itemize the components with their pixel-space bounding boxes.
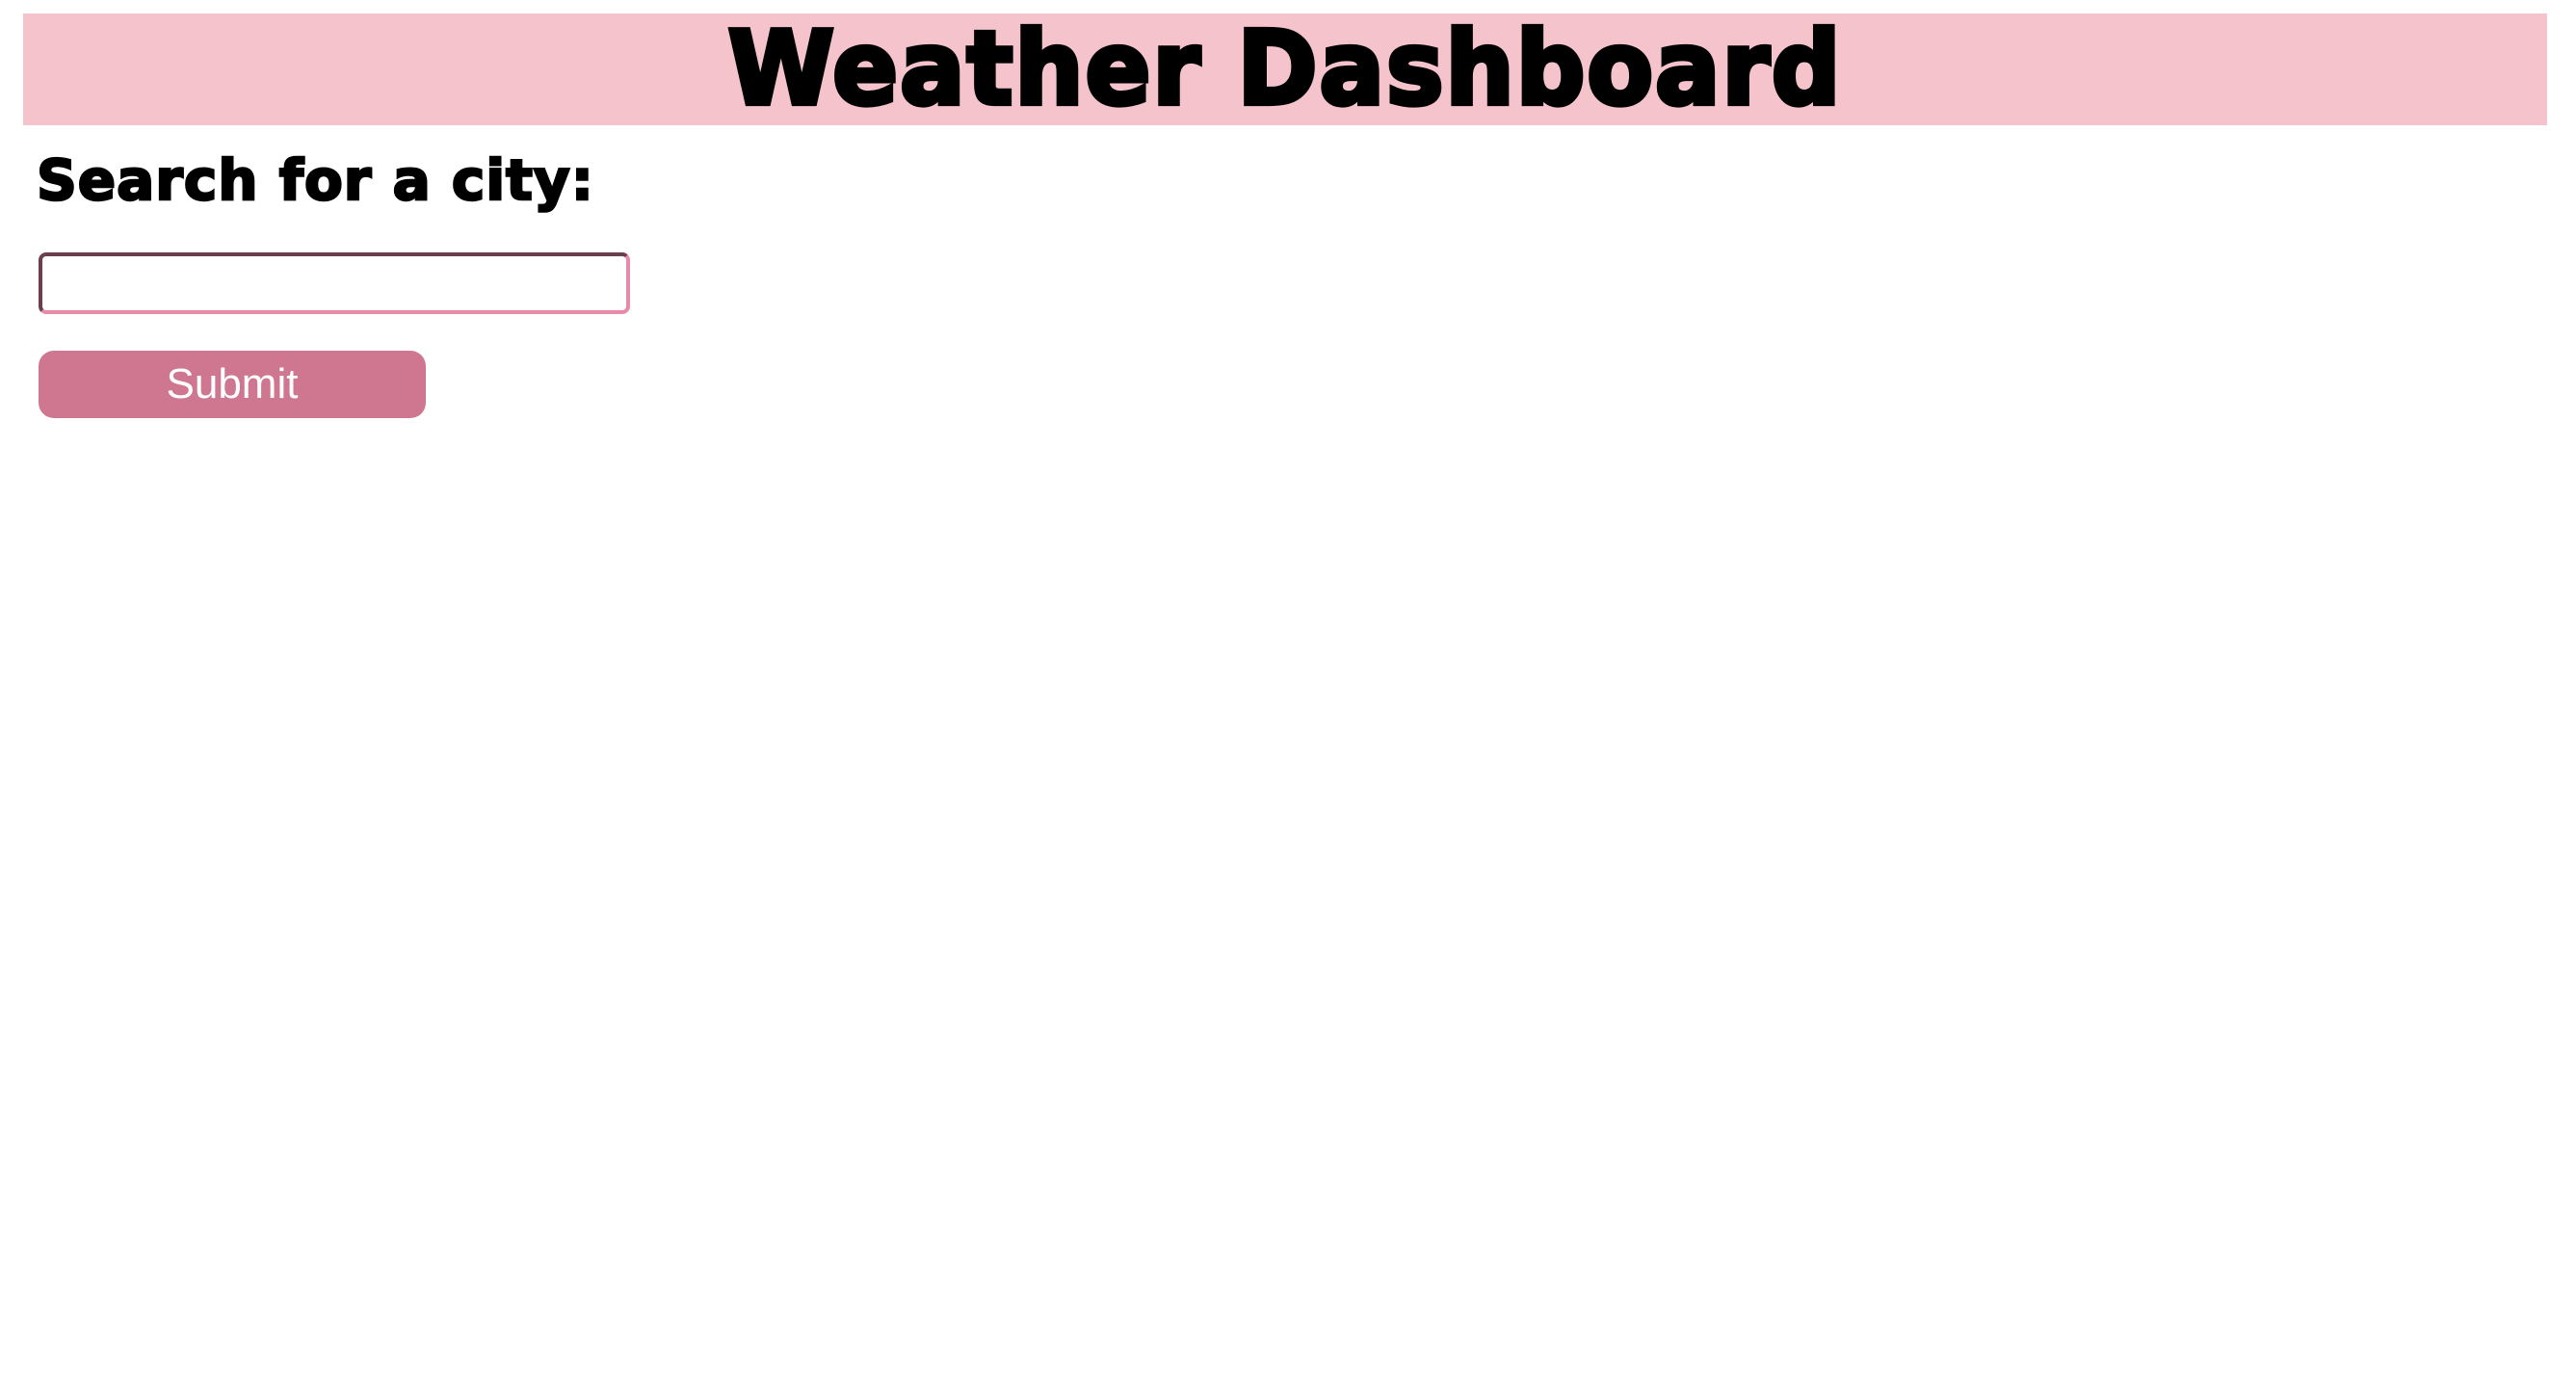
search-heading: Search for a city: <box>36 147 594 213</box>
city-search-input[interactable] <box>39 252 630 314</box>
submit-button[interactable]: Submit <box>39 351 426 418</box>
page-header: Weather Dashboard <box>23 13 2547 125</box>
page-title: Weather Dashboard <box>725 10 1843 128</box>
